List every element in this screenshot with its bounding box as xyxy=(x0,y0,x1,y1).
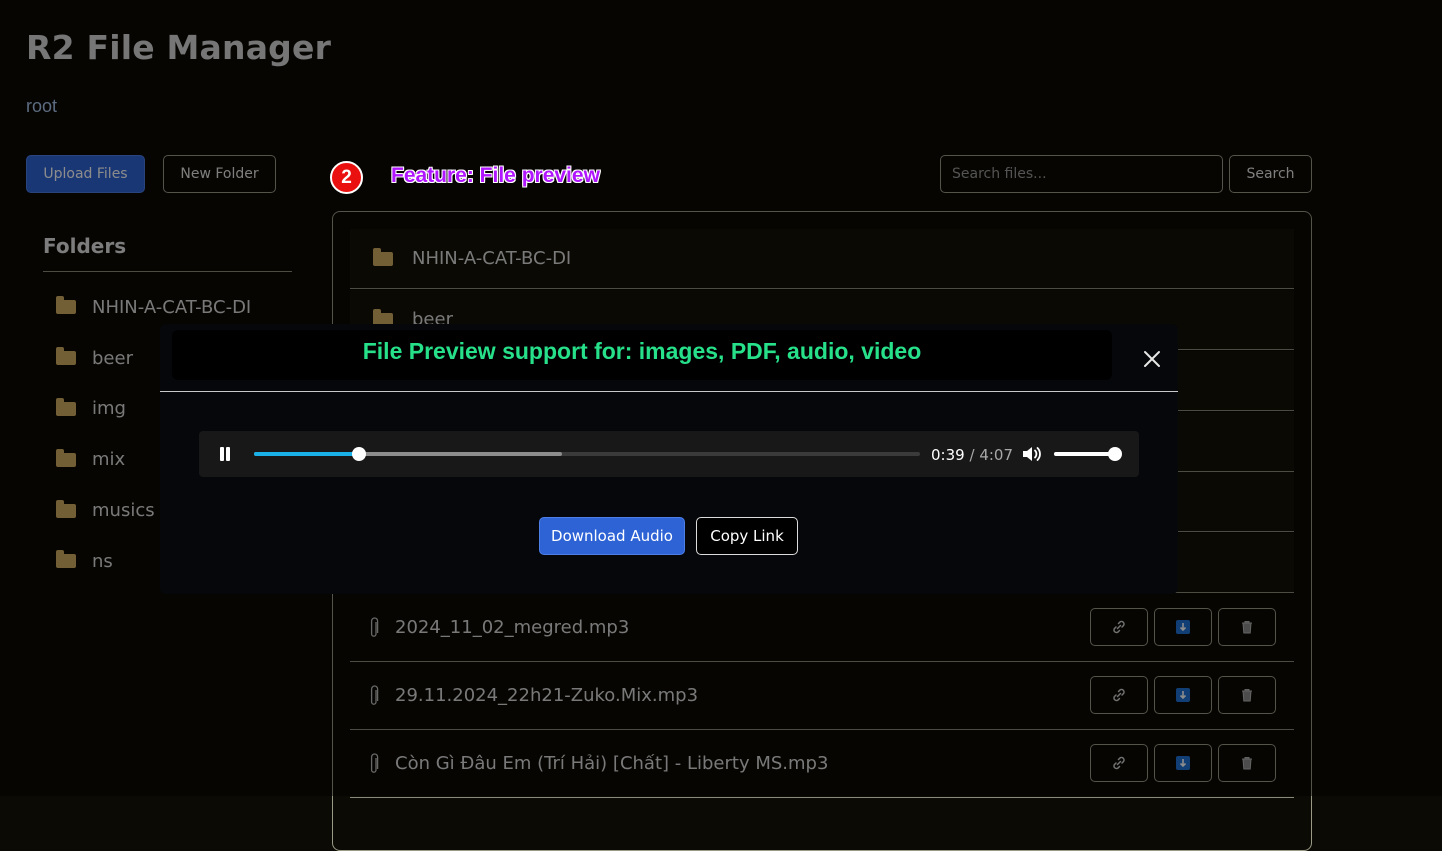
modal-header: File Preview support for: images, PDF, a… xyxy=(160,324,1178,392)
seek-bar[interactable] xyxy=(254,447,920,461)
annotation-label: Feature: File preview xyxy=(391,164,600,187)
audio-player: 0:39 / 4:07 xyxy=(199,431,1139,477)
volume-level xyxy=(1054,452,1115,456)
current-time: 0:39 xyxy=(931,446,965,464)
modal-title: File Preview support for: images, PDF, a… xyxy=(362,338,922,364)
volume-handle[interactable] xyxy=(1108,447,1122,461)
copy-link-button[interactable]: Copy Link xyxy=(696,517,798,555)
modal-title-bar: File Preview support for: images, PDF, a… xyxy=(172,330,1112,380)
download-audio-button[interactable]: Download Audio xyxy=(539,517,685,555)
close-icon[interactable] xyxy=(1142,349,1162,369)
seek-handle[interactable] xyxy=(352,447,367,461)
duration: 4:07 xyxy=(979,446,1013,464)
file-preview-modal: File Preview support for: images, PDF, a… xyxy=(160,324,1178,594)
time-readout: 0:39 / 4:07 xyxy=(931,446,1013,464)
pause-icon[interactable] xyxy=(217,446,233,462)
volume-slider[interactable] xyxy=(1054,447,1122,461)
volume-icon[interactable] xyxy=(1021,444,1043,464)
annotation-number-badge: 2 xyxy=(330,161,363,194)
time-separator: / xyxy=(969,446,975,464)
seek-progress xyxy=(254,452,360,456)
